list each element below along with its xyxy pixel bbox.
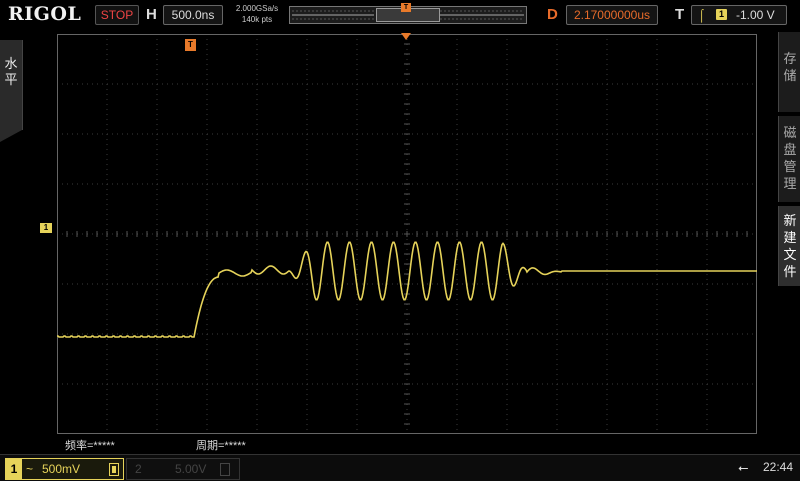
ac-coupling-icon: ~ — [26, 462, 34, 476]
memory-overview-bar[interactable]: T — [289, 3, 527, 24]
trigger-label: T — [675, 6, 685, 23]
bottom-channel-bar: 1 ~ 500mV 2 5.00V ⭠ 22:44 — [0, 454, 800, 481]
ch1-scale: 500mV — [42, 462, 81, 476]
menu-new-file[interactable]: 新建文件 — [778, 206, 800, 286]
ch1-waveform-trace — [57, 241, 757, 338]
ch2-settings[interactable]: 2 5.00V — [126, 458, 240, 480]
horizontal-tab-label: 水平 — [4, 56, 18, 87]
delay-value[interactable]: 2.17000000us — [566, 5, 658, 25]
ch2-bandwidth-icon — [220, 463, 230, 476]
run-stop-status[interactable]: STOP — [95, 5, 139, 25]
menu-storage-label: 存储 — [783, 51, 797, 83]
memory-trigger-icon: T — [401, 3, 411, 12]
waveform-display[interactable] — [57, 34, 757, 434]
rigol-logo: RIGOL — [8, 3, 82, 25]
menu-storage[interactable]: 存储 — [778, 32, 800, 112]
ch2-scale: 5.00V — [175, 462, 207, 476]
menu-new-file-label: 新建文件 — [783, 213, 797, 279]
system-clock: 22:44 — [763, 460, 794, 474]
frequency-measurement: 频率=***** — [65, 440, 115, 452]
acquisition-info: 2.000GSa/s 140k pts — [229, 3, 285, 25]
trigger-source-badge: 1 — [716, 9, 727, 20]
rising-edge-icon: ⌠ — [698, 8, 706, 22]
menu-disk-manage-label: 磁盘管理 — [783, 125, 797, 191]
timebase-value[interactable]: 500.0ns — [163, 5, 223, 25]
ch2-number: 2 — [135, 462, 142, 476]
delay-label: D — [547, 6, 558, 23]
menu-disk-manage[interactable]: 磁盘管理 — [778, 116, 800, 202]
usb-icon: ⭠ — [738, 460, 749, 475]
trigger-level: -1.00 V — [736, 8, 775, 22]
ch1-offset-marker[interactable]: 1 — [40, 223, 52, 233]
horizontal-menu-tab[interactable]: 水平 — [0, 40, 23, 142]
ch1-settings[interactable]: 1 ~ 500mV — [5, 458, 124, 480]
horizontal-label: H — [146, 6, 157, 23]
period-measurement: 周期=***** — [196, 440, 246, 452]
memory-depth: 140k pts — [241, 15, 273, 24]
sample-rate: 2.000GSa/s — [235, 4, 279, 13]
horizontal-center-marker — [401, 33, 411, 40]
trigger-settings[interactable]: ⌠ 1 -1.00 V — [691, 5, 787, 25]
tab-pointer — [0, 130, 22, 142]
ch1-number: 1 — [6, 459, 22, 479]
bandwidth-limit-icon — [109, 463, 119, 476]
side-menu: 存储 磁盘管理 新建文件 — [778, 32, 800, 287]
top-status-bar: RIGOL STOP H 500.0ns 2.000GSa/s 140k pts… — [0, 0, 800, 30]
trigger-position-marker[interactable]: T — [185, 39, 196, 51]
